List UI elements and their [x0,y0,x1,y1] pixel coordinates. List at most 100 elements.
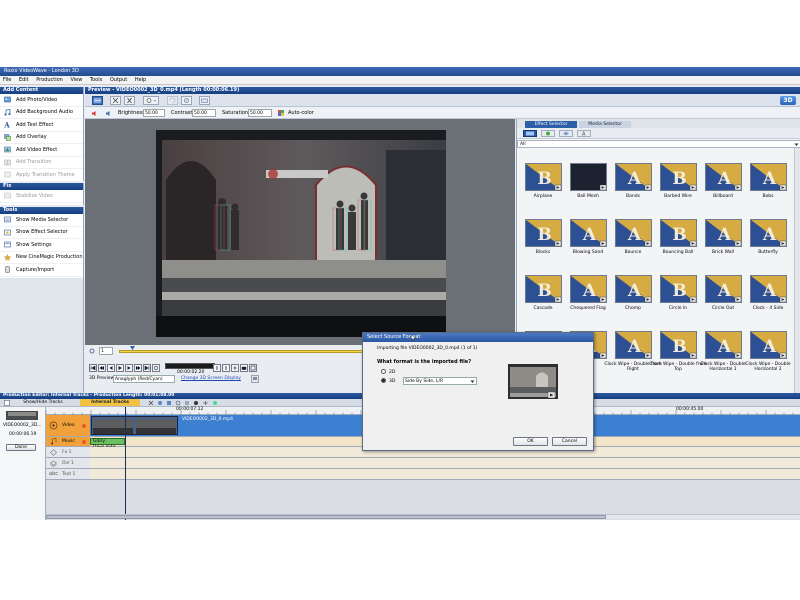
change-3d-screen-link[interactable]: Change 3D Screen Display [181,376,241,381]
fullscreen-button[interactable] [249,364,257,372]
menu-edit[interactable]: Edit [19,77,29,83]
menu-view[interactable]: View [70,77,82,83]
svg-text:A: A [761,169,776,189]
add-text-effect-label: Add Text Effect [16,121,54,128]
effect-filter-dropdown[interactable]: All [517,140,800,148]
mark-out-button[interactable] [222,364,230,372]
effect-item[interactable]: A Butterfly [738,219,798,255]
add-photo-video-item[interactable]: Add Photo/Video [0,94,83,107]
brightness-input[interactable]: 50.00 [143,109,165,117]
saturation-input[interactable]: 50.00 [248,109,272,117]
zoom-icon[interactable] [89,348,96,354]
cancel-button[interactable]: Cancel [552,437,587,446]
autocolor-icon[interactable] [278,110,284,116]
screen-display-icon[interactable] [251,375,259,383]
menu-production[interactable]: Production [36,77,63,83]
speaker-icon[interactable] [105,110,112,117]
show-effect-selector-item[interactable]: Show Effect Selector [0,227,83,239]
toolbar-cut-button[interactable] [110,96,121,105]
timeline-scroll-thumb[interactable] [46,515,606,519]
mouse-cursor-icon [411,334,416,341]
category-video-button[interactable] [523,130,537,137]
add-text-effect-item[interactable]: A Add Text Effect [0,119,83,132]
show-settings-item[interactable]: Show Settings [0,239,83,252]
go-start-button[interactable] [89,364,97,372]
effect-label: Butterfly [758,250,778,255]
mark-in-button[interactable] [213,364,221,372]
music-clip[interactable]: Glory Days.m4a [90,438,125,450]
category-transition-button[interactable] [559,130,573,137]
preview-mode-dropdown[interactable]: Anaglyph (Red/Cyan) [113,375,175,383]
tab-media-selector[interactable]: Media Selector [579,121,631,128]
playhead-marker-icon[interactable] [130,346,135,351]
speaker-red-icon[interactable] [91,110,98,117]
menu-help[interactable]: Help [135,77,146,83]
show-hide-tracks-button[interactable]: Show/Hide Tracks [14,399,72,406]
add-transition-item[interactable]: Add Transition [0,157,83,169]
done-button[interactable]: Done [6,444,36,451]
effect-item[interactable]: A Clock - 4 Side [738,275,798,311]
text-track-header[interactable]: abc Text 1 [46,469,90,480]
contrast-input[interactable]: 50.00 [192,109,216,117]
toolbar-delete-button[interactable] [124,96,135,105]
add-overlay-item[interactable]: Add Overlay [0,132,83,144]
format-dropdown[interactable]: Side By Side, L/R [403,377,477,385]
menu-file[interactable]: File [3,77,11,83]
new-cinemagic-production-item[interactable]: New CineMagic Production [0,252,83,264]
text-effect-icon: A [4,121,10,128]
effect-item[interactable]: A Bobs [738,163,798,199]
toolbar-list-button[interactable] [92,96,103,105]
menu-output[interactable]: Output [110,77,127,83]
timeline-scrollbar[interactable] [46,514,800,519]
effect-thumbnail: A [569,219,607,247]
timeline-playhead[interactable] [125,407,126,520]
next-frame-button[interactable] [125,364,133,372]
toolbar-undo-button[interactable] [167,96,178,105]
timeline-tools [148,400,228,406]
option-3d[interactable]: 3D [381,378,395,384]
ok-button[interactable]: OK [513,437,548,446]
text-track-lane[interactable] [90,469,800,480]
apply-transition-theme-item[interactable]: Apply Transition Theme [0,169,83,182]
dropdown-chevron-icon [470,380,475,383]
toolbar-record-button[interactable] [181,96,192,105]
overlay-track-lane[interactable] [90,458,800,469]
toolbar-print-button[interactable] [199,96,210,105]
fx-track-header[interactable]: Fx 1 [46,447,90,458]
tracks-toggle-icon[interactable] [4,400,10,406]
show-media-selector-item[interactable]: Show Media Selector [0,214,83,227]
play-button[interactable] [116,364,124,372]
toolbar-settings-dropdown[interactable] [143,96,159,105]
transition-diamond-icon [563,131,569,136]
add-content-panel: Add Content Add Photo/Video Add Backgrou… [0,87,84,182]
effect-item[interactable]: A Clock Wipe - Double Horizontal 2 [738,331,798,372]
snapshot-button[interactable] [240,364,248,372]
category-overlay-button[interactable] [541,130,555,137]
add-background-audio-item[interactable]: Add Background Audio [0,107,83,119]
radio-3d[interactable] [381,378,386,383]
capture-import-item[interactable]: Capture/Import [0,264,83,277]
stabilize-video-item[interactable]: Stabilize Video [0,190,83,203]
video-clip[interactable] [91,416,178,435]
music-track-header[interactable]: Music [46,437,90,447]
prev-frame-button[interactable] [107,364,115,372]
video-track-header[interactable]: Video [46,415,90,437]
effect-scrollbar[interactable] [794,148,800,394]
go-end-button[interactable] [143,364,151,372]
option-2d[interactable]: 2D [381,369,395,375]
tab-effect-selector[interactable]: Effect Selector [525,121,577,128]
overlay-track-header[interactable]: Ovl 1 [46,458,90,469]
preview-toolbar: 3D [85,94,800,107]
radio-2d[interactable] [381,369,386,374]
menu-tools[interactable]: Tools [90,77,102,83]
category-text-button[interactable]: A [577,130,591,138]
split-button[interactable] [231,364,239,372]
timeline-tool-icons[interactable] [148,400,228,406]
add-video-effect-item[interactable]: Add Video Effect [0,144,83,157]
frame-input[interactable]: 1 [99,347,113,355]
loop-button[interactable] [152,364,160,372]
video-track-label: Video [62,423,75,428]
fast-forward-button[interactable] [134,364,142,372]
step-back-button[interactable] [98,364,106,372]
internal-tracks-tab[interactable]: Internal Tracks [80,399,140,406]
